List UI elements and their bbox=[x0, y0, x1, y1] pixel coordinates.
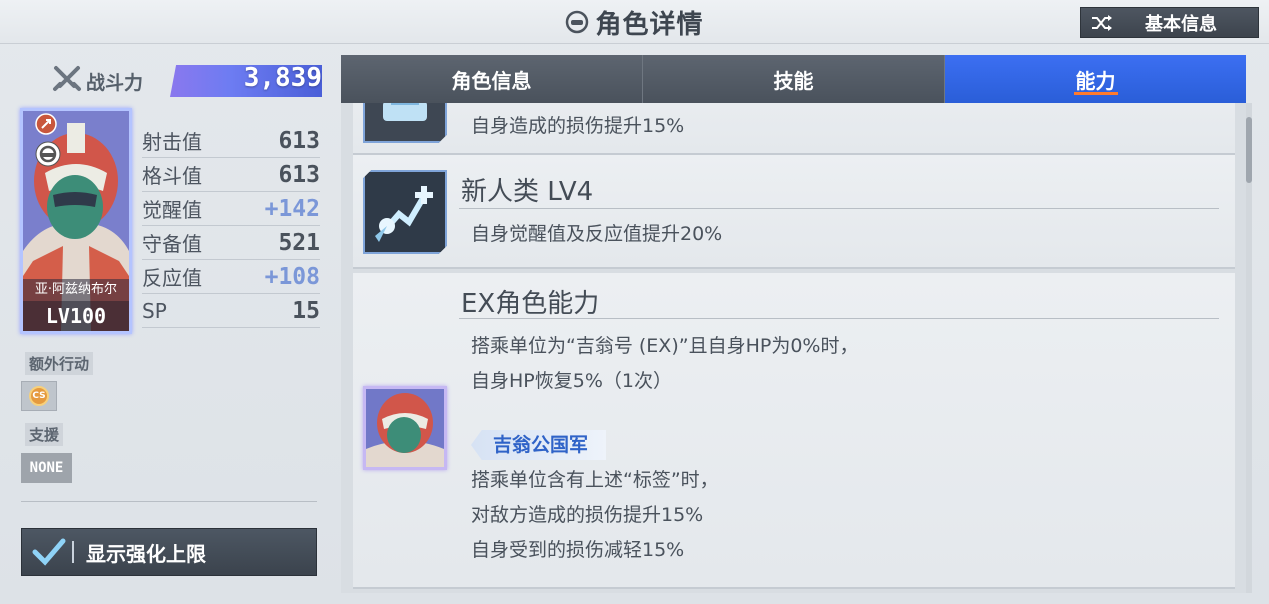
damage-up-icon bbox=[383, 103, 427, 121]
crossed-swords-icon bbox=[53, 66, 81, 91]
tab-bar: 角色信息 技能 能力 bbox=[341, 55, 1246, 103]
stat-name: 守备值 bbox=[142, 232, 202, 256]
rank-badge-icon bbox=[35, 113, 57, 135]
character-card[interactable]: 亚·阿兹纳布尔 LV100 bbox=[20, 108, 132, 334]
stat-value: +142 bbox=[264, 195, 320, 222]
ability-desc: 搭乘单位含有上述“标签”时， bbox=[471, 469, 719, 491]
newtype-ability-icon bbox=[365, 172, 445, 252]
scrollbar-thumb[interactable] bbox=[1246, 117, 1252, 183]
stat-value: 613 bbox=[278, 161, 320, 188]
stat-value: 613 bbox=[278, 127, 320, 154]
support-label: 支援 bbox=[25, 423, 64, 446]
stat-name: SP bbox=[142, 298, 167, 323]
stat-name: 觉醒值 bbox=[142, 198, 202, 222]
page-title: 角色详情 bbox=[595, 9, 704, 40]
character-level: LV100 bbox=[23, 301, 129, 331]
tab-character-info[interactable]: 角色信息 bbox=[341, 55, 642, 103]
stat-value: 15 bbox=[292, 297, 320, 324]
character-thumbnail bbox=[366, 389, 444, 467]
ability-desc: 自身HP恢复5%（1次） bbox=[471, 370, 672, 392]
ability-item: 自身造成的损伤提升15% bbox=[353, 103, 1235, 155]
ability-desc: 对敌方造成的损伤提升15% bbox=[471, 504, 704, 526]
ability-desc: 搭乘单位为“吉翁号 (EX)”且自身HP为0%时， bbox=[471, 335, 859, 357]
tab-label: 技能 bbox=[773, 68, 814, 93]
stats-list: 射击值 613 格斗值 613 觉醒值 +142 守备值 521 反应值 +10… bbox=[142, 124, 320, 328]
basic-info-label: 基本信息 bbox=[1145, 13, 1217, 35]
stat-row-melee: 格斗值 613 bbox=[142, 158, 320, 192]
divider bbox=[21, 501, 317, 502]
support-value[interactable]: NONE bbox=[21, 453, 72, 483]
tab-skills[interactable]: 技能 bbox=[642, 55, 944, 103]
stat-name: 反应值 bbox=[142, 266, 202, 290]
ex-character-portrait bbox=[363, 386, 447, 470]
ability-desc: 自身觉醒值及反应值提升20% bbox=[471, 223, 723, 245]
stat-name: 射击值 bbox=[142, 130, 202, 154]
stat-name: 格斗值 bbox=[142, 164, 202, 188]
stat-row-defense: 守备值 521 bbox=[142, 226, 320, 260]
stat-row-shooting: 射击值 613 bbox=[142, 124, 320, 158]
check-icon bbox=[32, 538, 66, 566]
scrollbar[interactable] bbox=[1246, 103, 1252, 593]
combat-power-value: 3,839 bbox=[243, 63, 322, 93]
stat-row-reaction: 反应值 +108 bbox=[142, 260, 320, 294]
combat-power-label: 战斗力 bbox=[86, 72, 144, 94]
helmet-icon bbox=[566, 10, 589, 34]
combat-power-row: 战斗力 3,839 bbox=[52, 62, 324, 98]
ability-divider bbox=[459, 208, 1219, 209]
cs-coin-icon: CS bbox=[29, 386, 49, 406]
ability-item: 新人类 LV4 自身觉醒值及反应值提升20% bbox=[353, 155, 1235, 269]
character-name: 亚·阿兹纳布尔 bbox=[23, 279, 129, 301]
ability-desc: 自身受到的损伤减轻15% bbox=[471, 539, 685, 561]
stat-value: 521 bbox=[278, 229, 320, 256]
ability-divider bbox=[459, 318, 1219, 319]
pilot-role-icon bbox=[35, 141, 61, 167]
ability-icon bbox=[363, 103, 447, 143]
tab-label: 能力 bbox=[1075, 68, 1116, 93]
extra-action-label: 额外行动 bbox=[25, 352, 94, 375]
active-tab-underline bbox=[1073, 92, 1118, 95]
ex-ability-item: EX角色能力 搭乘单位为“吉翁号 (EX)”且自身HP为0%时， 自身HP恢复5… bbox=[353, 273, 1235, 589]
shuffle-icon bbox=[1092, 14, 1112, 31]
separator bbox=[72, 541, 74, 563]
stat-value: +108 bbox=[264, 263, 320, 290]
ability-icon bbox=[363, 170, 447, 254]
stat-row-awaken: 觉醒值 +142 bbox=[142, 192, 320, 226]
faction-tag: 吉翁公国军 bbox=[471, 430, 607, 460]
ability-name: 新人类 LV4 bbox=[461, 177, 594, 207]
extra-action-chip[interactable]: CS bbox=[21, 381, 57, 411]
ability-list[interactable]: 自身造成的损伤提升15% 新人类 LV4 自身觉醒值及反应值提升20% EX角色… bbox=[341, 103, 1246, 593]
ability-name: EX角色能力 bbox=[461, 289, 600, 319]
basic-info-button[interactable]: 基本信息 bbox=[1080, 7, 1259, 38]
show-limit-toggle[interactable]: 显示强化上限 bbox=[21, 528, 317, 576]
ability-desc: 自身造成的损伤提升15% bbox=[471, 115, 685, 137]
tab-abilities[interactable]: 能力 bbox=[944, 55, 1246, 103]
stat-row-sp: SP 15 bbox=[142, 294, 320, 328]
tab-label: 角色信息 bbox=[451, 68, 532, 93]
show-limit-label: 显示强化上限 bbox=[86, 541, 206, 566]
title-area: 角色详情 bbox=[0, 0, 1269, 44]
